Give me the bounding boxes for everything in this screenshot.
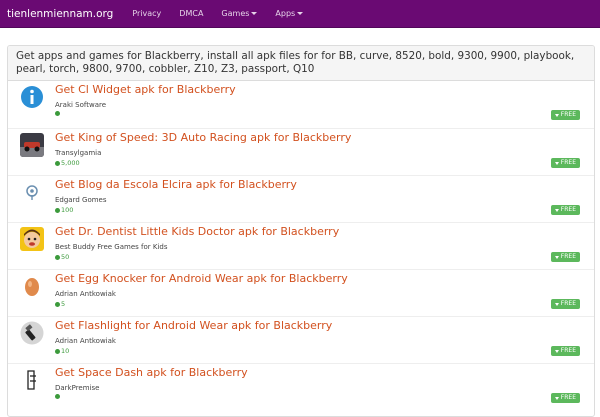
download-count-value: 10 bbox=[61, 347, 70, 355]
panel-heading: Get apps and games for Blackberry, insta… bbox=[8, 46, 594, 81]
nav-dmca-label: DMCA bbox=[179, 9, 204, 18]
free-download-button[interactable]: FREE bbox=[550, 158, 580, 168]
download-arrow-icon bbox=[554, 208, 559, 212]
nav-privacy-label: Privacy bbox=[132, 9, 162, 18]
download-icon bbox=[55, 394, 60, 399]
download-count bbox=[55, 394, 61, 399]
free-label: FREE bbox=[560, 253, 576, 260]
free-download-button[interactable]: FREE bbox=[550, 110, 580, 120]
app-developer: Adrian Antkowiak bbox=[55, 290, 116, 298]
download-icon bbox=[55, 254, 60, 260]
app-title-link[interactable]: Get Cl Widget apk for Blackberry bbox=[55, 83, 236, 96]
app-developer: Transylgamia bbox=[55, 149, 102, 157]
free-label: FREE bbox=[560, 347, 576, 354]
download-arrow-icon bbox=[554, 255, 559, 259]
nav-apps-dropdown[interactable]: Apps bbox=[266, 9, 312, 18]
download-arrow-icon bbox=[554, 349, 559, 353]
flashlight-icon[interactable] bbox=[20, 321, 44, 345]
info-icon[interactable] bbox=[20, 85, 44, 109]
free-download-button[interactable]: FREE bbox=[550, 299, 580, 309]
app-title-link[interactable]: Get Egg Knocker for Android Wear apk for… bbox=[55, 272, 348, 285]
download-count-value: 5,000 bbox=[61, 159, 80, 167]
kid-face-icon[interactable] bbox=[20, 227, 44, 251]
download-arrow-icon bbox=[554, 396, 559, 400]
free-download-button[interactable]: FREE bbox=[550, 252, 580, 262]
app-title-link[interactable]: Get Space Dash apk for Blackberry bbox=[55, 366, 248, 379]
free-download-button[interactable]: FREE bbox=[550, 205, 580, 215]
download-count: 100 bbox=[55, 206, 73, 214]
download-count-value: 50 bbox=[61, 253, 70, 261]
free-label: FREE bbox=[560, 394, 576, 401]
app-developer: Araki Software bbox=[55, 101, 107, 109]
app-developer: Adrian Antkowiak bbox=[55, 337, 116, 345]
download-icon bbox=[55, 160, 60, 166]
nav-games-label: Games bbox=[221, 9, 250, 18]
list-item: Get Cl Widget apk for Blackberry Araki S… bbox=[8, 81, 594, 128]
site-brand[interactable]: tienlenmiennam.org bbox=[7, 8, 113, 20]
caret-down-icon bbox=[297, 12, 304, 15]
app-title-link[interactable]: Get Flashlight for Android Wear apk for … bbox=[55, 319, 332, 332]
apps-panel: Get apps and games for Blackberry, insta… bbox=[7, 45, 595, 417]
app-developer: Best Buddy Free Games for Kids bbox=[55, 243, 168, 251]
download-arrow-icon bbox=[554, 161, 559, 165]
download-icon bbox=[55, 207, 60, 213]
download-count-value: 100 bbox=[61, 206, 74, 214]
app-title-link[interactable]: Get Dr. Dentist Little Kids Doctor apk f… bbox=[55, 225, 339, 238]
list-item: Get Space Dash apk for Blackberry DarkPr… bbox=[8, 363, 594, 411]
free-label: FREE bbox=[560, 206, 576, 213]
nav-dmca[interactable]: DMCA bbox=[170, 9, 212, 18]
race-car-icon[interactable] bbox=[20, 133, 44, 157]
app-developer: DarkPremise bbox=[55, 384, 100, 392]
blog-logo-icon[interactable] bbox=[20, 180, 44, 204]
list-item: Get King of Speed: 3D Auto Racing apk fo… bbox=[8, 128, 594, 176]
list-item: Get Dr. Dentist Little Kids Doctor apk f… bbox=[8, 222, 594, 270]
download-arrow-icon bbox=[554, 302, 559, 306]
download-count bbox=[55, 111, 61, 116]
free-download-button[interactable]: FREE bbox=[550, 346, 580, 356]
nav-apps-label: Apps bbox=[275, 9, 296, 18]
download-icon bbox=[55, 111, 60, 116]
free-label: FREE bbox=[560, 159, 576, 166]
list-item: Get Blog da Escola Elcira apk for Blackb… bbox=[8, 175, 594, 223]
download-count: 10 bbox=[55, 347, 69, 355]
top-navbar: tienlenmiennam.org Privacy DMCA Games Ap… bbox=[0, 0, 600, 28]
caret-down-icon bbox=[251, 12, 258, 15]
free-download-button[interactable]: FREE bbox=[550, 393, 580, 403]
list-item: Get Egg Knocker for Android Wear apk for… bbox=[8, 269, 594, 317]
download-count: 50 bbox=[55, 253, 69, 261]
app-developer: Edgard Gomes bbox=[55, 196, 107, 204]
download-count: 5 bbox=[55, 300, 65, 308]
free-label: FREE bbox=[560, 300, 576, 307]
list-item: Get Flashlight for Android Wear apk for … bbox=[8, 316, 594, 364]
download-count: 5,000 bbox=[55, 159, 80, 167]
app-title-link[interactable]: Get Blog da Escola Elcira apk for Blackb… bbox=[55, 178, 297, 191]
download-count-value: 5 bbox=[61, 300, 66, 308]
egg-icon[interactable] bbox=[20, 274, 44, 298]
download-arrow-icon bbox=[554, 113, 559, 117]
free-label: FREE bbox=[560, 111, 576, 118]
download-icon bbox=[55, 301, 60, 307]
space-dash-icon[interactable] bbox=[20, 368, 44, 392]
app-title-link[interactable]: Get King of Speed: 3D Auto Racing apk fo… bbox=[55, 131, 351, 144]
nav-games-dropdown[interactable]: Games bbox=[212, 9, 266, 18]
download-icon bbox=[55, 348, 60, 354]
nav-privacy[interactable]: Privacy bbox=[123, 9, 170, 18]
